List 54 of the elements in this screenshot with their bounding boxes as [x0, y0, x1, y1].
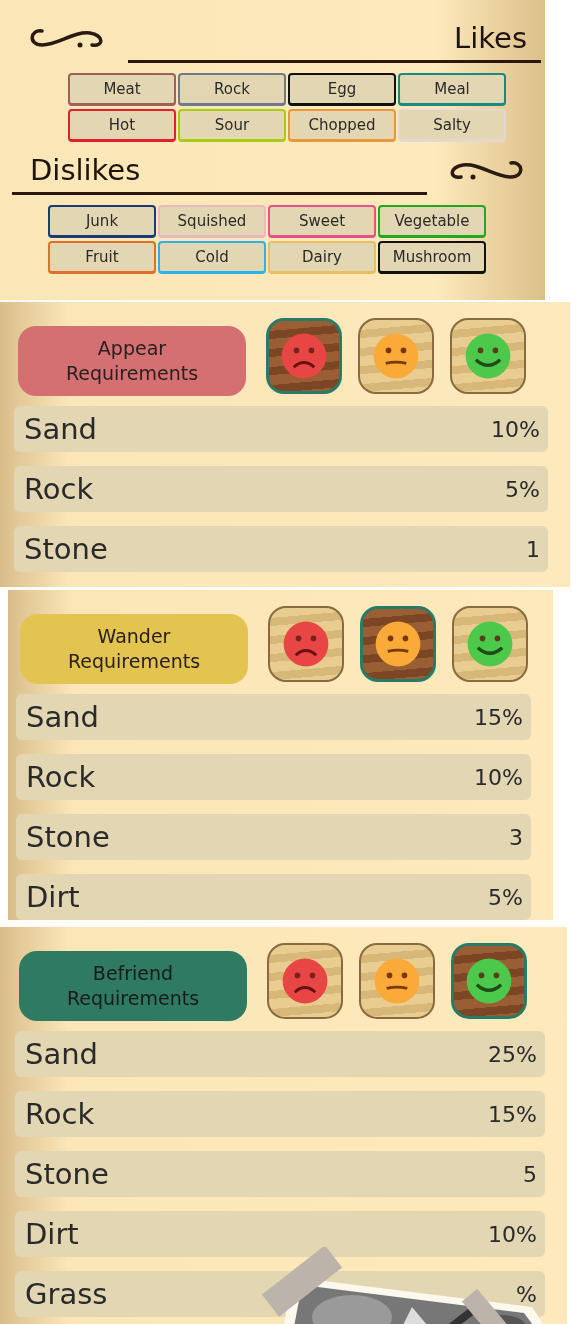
like-tag: Hot	[68, 109, 176, 142]
dislike-tag: Vegetable	[378, 205, 486, 238]
material-amount: 3	[509, 824, 523, 850]
mood-face-button[interactable]	[359, 943, 435, 1019]
dislike-tag: Fruit	[48, 241, 156, 274]
material-amount: 5	[523, 1161, 537, 1187]
material-name: Rock	[25, 1097, 95, 1131]
mood-face-button[interactable]	[451, 943, 527, 1019]
material-amount: 10%	[488, 1221, 537, 1247]
dislike-tag: Sweet	[268, 205, 376, 238]
material-name: Rock	[24, 472, 94, 506]
material-amount: 15%	[474, 704, 523, 730]
like-tag: Rock	[178, 73, 286, 106]
dislike-tag: Mushroom	[378, 241, 486, 274]
mood-face-button[interactable]	[360, 606, 436, 682]
material-name: Sand	[25, 1037, 98, 1071]
material-name: Sand	[24, 412, 97, 446]
mood-face-button[interactable]	[266, 318, 342, 394]
like-tag: Meal	[398, 73, 506, 106]
material-amount: 25%	[488, 1041, 537, 1067]
material-amount: 10%	[491, 416, 540, 442]
material-name: Stone	[24, 532, 108, 566]
requirements-title: Befriend Requirements	[19, 951, 247, 1021]
like-tag: Sour	[178, 109, 286, 142]
mood-face-button[interactable]	[358, 318, 434, 394]
like-tag: Salty	[398, 109, 506, 142]
material-amount: 5%	[505, 476, 540, 502]
material-amount: 15%	[488, 1101, 537, 1127]
dislike-tag: Junk	[48, 205, 156, 238]
requirements-title: Appear Requirements	[18, 326, 246, 396]
material-name: Stone	[25, 1157, 109, 1191]
dislike-tag: Dairy	[268, 241, 376, 274]
like-tag: Meat	[68, 73, 176, 106]
dislike-tag: Squished	[158, 205, 266, 238]
material-name: Grass	[25, 1277, 108, 1311]
material-name: Rock	[26, 760, 96, 794]
material-name: Sand	[26, 700, 99, 734]
like-tag: Chopped	[288, 109, 396, 142]
mood-face-button[interactable]	[450, 318, 526, 394]
mood-face-button[interactable]	[452, 606, 528, 682]
material-name: Dirt	[25, 1217, 79, 1251]
like-tag: Egg	[288, 73, 396, 106]
dislike-tag: Cold	[158, 241, 266, 274]
material-name: Dirt	[26, 880, 80, 914]
requirements-title: Wander Requirements	[20, 614, 248, 684]
mood-face-button[interactable]	[267, 943, 343, 1019]
material-name: Stone	[26, 820, 110, 854]
likes-title: Likes	[454, 21, 527, 55]
mood-face-button[interactable]	[268, 606, 344, 682]
material-amount: 10%	[474, 764, 523, 790]
material-amount: %	[516, 1281, 537, 1307]
material-amount: 1	[526, 536, 540, 562]
material-amount: 5%	[488, 884, 523, 910]
dislikes-title: Dislikes	[30, 153, 141, 187]
